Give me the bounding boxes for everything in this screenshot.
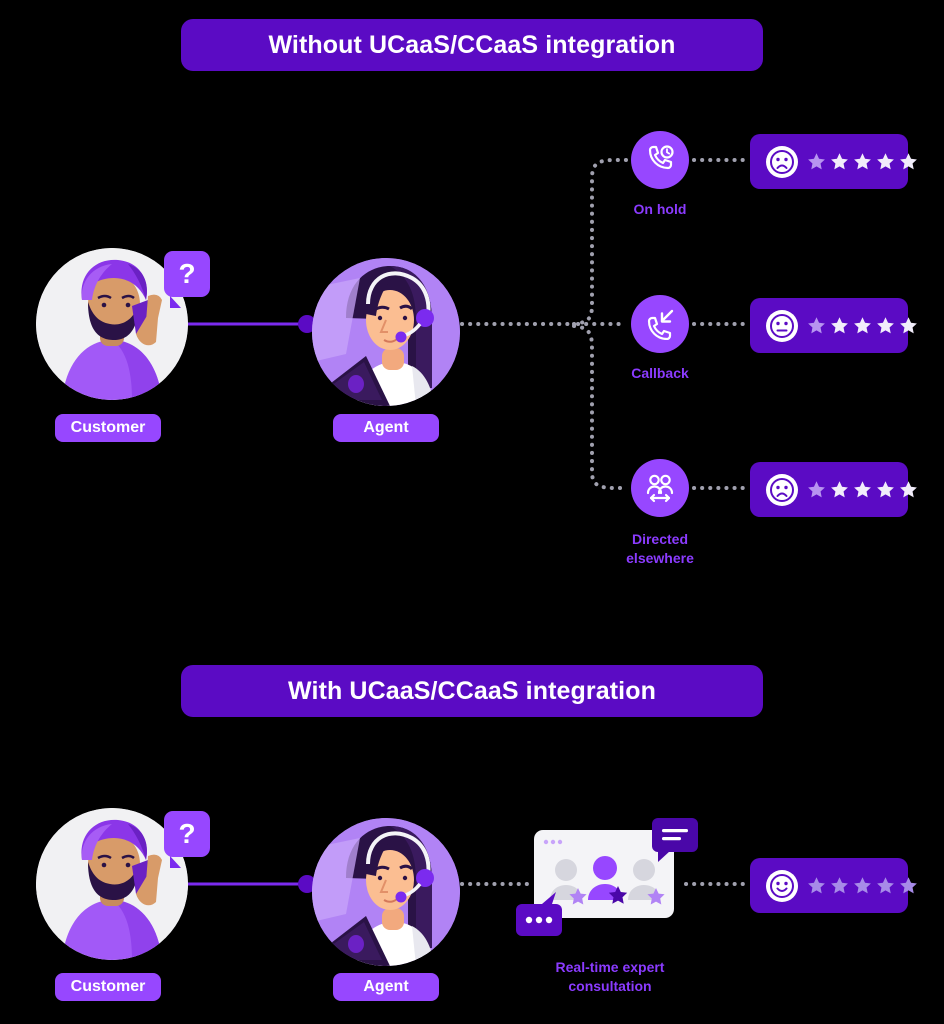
agent-label-top: Agent	[333, 414, 439, 442]
rating-card-with-integration	[750, 858, 917, 913]
customer-label-top: Customer	[55, 414, 161, 442]
star-icon	[831, 481, 848, 498]
connector-split-to-onhold	[572, 158, 628, 326]
agent-illustration	[312, 258, 460, 406]
consultation-label: Real-time expert consultation	[520, 958, 700, 996]
star-icon	[900, 877, 917, 894]
question-mark-glyph: ?	[178, 258, 196, 289]
outcome-label-directed-elsewhere: Directed elsewhere	[595, 530, 725, 568]
sad-face-icon	[766, 145, 798, 178]
on-hold-text: On hold	[633, 201, 687, 217]
star-icon	[877, 153, 894, 170]
question-mark-glyph: ?	[178, 818, 196, 849]
consultation-text-line1: Real-time expert	[555, 959, 665, 975]
star-icon	[854, 481, 871, 498]
sad-face-icon	[766, 473, 798, 506]
phone-callback-icon	[647, 309, 674, 340]
star-icon	[831, 317, 848, 334]
star-icon	[900, 481, 917, 498]
rating-card-callback	[750, 298, 917, 353]
outcome-label-on-hold: On hold	[595, 200, 725, 219]
agent-label-bottom: Agent	[333, 973, 439, 1001]
phone-clock-icon	[648, 145, 674, 170]
star-rating-on-hold	[807, 152, 918, 171]
rating-card-on-hold	[750, 134, 917, 189]
video-call-illustration	[512, 818, 698, 946]
customer-question-bubble-top: ?	[164, 251, 210, 308]
star-rating-callback	[807, 316, 918, 335]
star-icon	[831, 153, 848, 170]
star-icon	[808, 317, 825, 334]
customer-label-text: Customer	[70, 978, 146, 995]
star-icon	[900, 153, 917, 170]
arrow-customer-to-agent-bottom	[182, 875, 316, 893]
connector-split-to-directed	[572, 324, 628, 490]
agent-avatar-top	[312, 258, 460, 406]
outcome-icon-callback[interactable]	[631, 295, 689, 353]
section-banner-without-integration: Without UCaaS/CCaaS integration	[181, 19, 763, 71]
people-transfer-icon	[646, 474, 674, 503]
star-rating-with-integration	[807, 876, 918, 895]
star-icon	[831, 877, 848, 894]
callback-text: Callback	[631, 365, 689, 381]
star-icon	[854, 153, 871, 170]
outcome-icon-on-hold[interactable]	[631, 131, 689, 189]
customer-question-bubble-bottom: ?	[164, 811, 210, 868]
neutral-face-icon	[766, 309, 798, 342]
star-icon	[808, 877, 825, 894]
consultation-text-line2: consultation	[568, 977, 652, 994]
star-icon	[900, 317, 917, 334]
diagram-canvas: .dot{fill:none;stroke:#A0A0AE;stroke-wid…	[0, 0, 944, 1024]
section-banner-with-integration: With UCaaS/CCaaS integration	[181, 665, 763, 717]
agent-avatar-bottom	[312, 818, 460, 966]
star-icon	[877, 317, 894, 334]
star-icon	[808, 153, 825, 170]
directed-text-line1: Directed	[631, 531, 689, 547]
customer-label-text: Customer	[70, 419, 146, 436]
directed-text-line2: elsewhere	[626, 549, 694, 566]
happy-face-icon	[766, 869, 798, 902]
agent-illustration	[312, 818, 460, 966]
star-icon	[877, 481, 894, 498]
rating-card-directed-elsewhere	[750, 462, 917, 517]
star-icon	[877, 877, 894, 894]
star-rating-directed-elsewhere	[807, 480, 918, 499]
star-icon	[854, 317, 871, 334]
star-icon	[808, 481, 825, 498]
agent-label-text: Agent	[363, 419, 409, 436]
outcome-icon-directed-elsewhere[interactable]	[631, 459, 689, 517]
outcome-label-callback: Callback	[595, 364, 725, 383]
customer-label-bottom: Customer	[55, 973, 161, 1001]
star-icon	[854, 877, 871, 894]
agent-label-text: Agent	[363, 978, 409, 995]
arrow-customer-to-agent-top	[182, 315, 316, 333]
